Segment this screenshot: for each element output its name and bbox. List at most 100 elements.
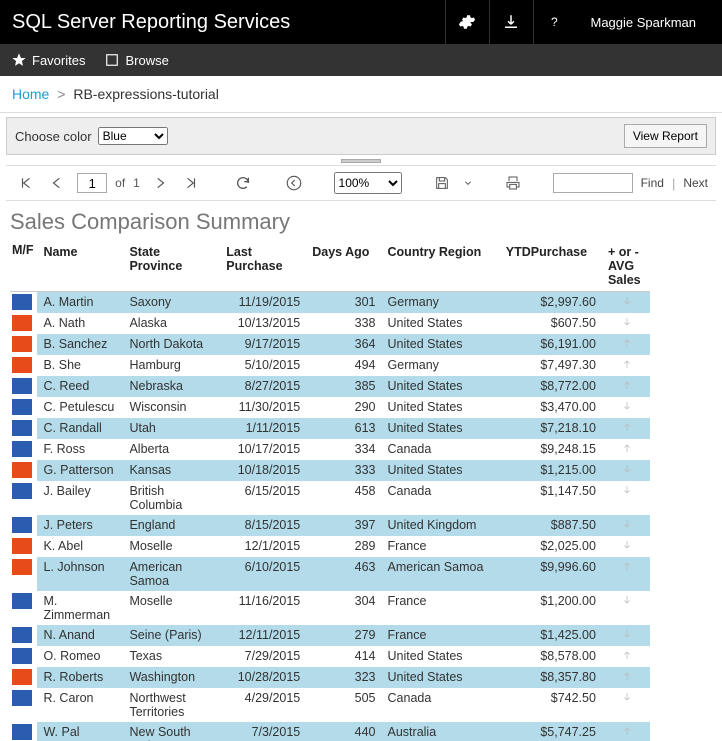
col-mf: M/F (10, 241, 37, 292)
next-page-icon[interactable] (148, 171, 172, 195)
arrow-up-icon (621, 649, 631, 659)
cell-name: J. Peters (37, 515, 123, 536)
cell-country: Germany (382, 355, 500, 376)
cell-state: England (123, 515, 220, 536)
cell-name: R. Roberts (37, 667, 123, 688)
arrow-down-icon (621, 295, 631, 305)
table-row: C. ReedNebraska8/27/2015385United States… (10, 376, 650, 397)
save-dropdown-icon[interactable] (462, 171, 474, 195)
col-days: Days Ago (306, 241, 381, 292)
cell-ytd: $8,357.80 (500, 667, 602, 688)
arrow-up-icon (621, 421, 631, 431)
cell-ytd: $9,248.15 (500, 439, 602, 460)
cell-name: B. She (37, 355, 123, 376)
cell-ytd: $8,578.00 (500, 646, 602, 667)
cell-name: B. Sanchez (37, 334, 123, 355)
cell-avg (602, 625, 650, 646)
table-row: G. PattersonKansas10/18/2015333United St… (10, 460, 650, 481)
mf-swatch (12, 378, 32, 394)
cell-last: 12/11/2015 (220, 625, 306, 646)
table-header-row: M/F Name State Province Last Purchase Da… (10, 241, 650, 292)
cell-last: 10/28/2015 (220, 667, 306, 688)
table-row: M. ZimmermanMoselle11/16/2015304France$1… (10, 591, 650, 625)
mf-swatch (12, 462, 32, 478)
cell-state: Hamburg (123, 355, 220, 376)
cell-avg (602, 481, 650, 515)
arrow-up-icon (621, 442, 631, 452)
report-title: Sales Comparison Summary (10, 209, 712, 235)
download-icon[interactable] (489, 0, 533, 44)
cell-last: 4/29/2015 (220, 688, 306, 722)
cell-ytd: $2,025.00 (500, 536, 602, 557)
cell-days: 333 (306, 460, 381, 481)
save-icon[interactable] (430, 171, 454, 195)
cell-last: 12/1/2015 (220, 536, 306, 557)
zoom-select[interactable]: 100% (334, 172, 403, 194)
cell-name: N. Anand (37, 625, 123, 646)
col-last: Last Purchase (220, 241, 306, 292)
param-color-select[interactable]: Blue (98, 127, 168, 145)
last-page-icon[interactable] (179, 171, 203, 195)
cell-last: 8/15/2015 (220, 515, 306, 536)
cell-avg (602, 591, 650, 625)
view-report-button[interactable]: View Report (624, 124, 707, 148)
user-name[interactable]: Maggie Sparkman (577, 15, 711, 30)
cell-avg (602, 439, 650, 460)
cell-last: 7/3/2015 (220, 722, 306, 741)
table-row: C. PetulescuWisconsin11/30/2015290United… (10, 397, 650, 418)
find-input[interactable] (553, 173, 633, 193)
prev-page-icon[interactable] (46, 171, 70, 195)
cell-last: 7/29/2015 (220, 646, 306, 667)
cell-last: 10/13/2015 (220, 313, 306, 334)
table-row: B. SanchezNorth Dakota9/17/2015364United… (10, 334, 650, 355)
back-icon[interactable] (282, 171, 306, 195)
cell-last: 9/17/2015 (220, 334, 306, 355)
help-icon[interactable]: ? (533, 0, 577, 44)
report-toolbar: of 1 100% Find | Next (6, 165, 716, 201)
cell-last: 5/10/2015 (220, 355, 306, 376)
cell-name: A. Nath (37, 313, 123, 334)
cell-state: Utah (123, 418, 220, 439)
cell-country: Germany (382, 292, 500, 314)
arrow-down-icon (621, 518, 631, 528)
table-row: N. AnandSeine (Paris)12/11/2015279France… (10, 625, 650, 646)
breadcrumb-home[interactable]: Home (12, 86, 49, 102)
mf-swatch (12, 483, 32, 499)
cell-days: 290 (306, 397, 381, 418)
cell-days: 463 (306, 557, 381, 591)
find-next-link[interactable]: Next (683, 176, 708, 190)
mf-swatch (12, 441, 32, 457)
mf-swatch (12, 336, 32, 352)
col-avg: + or - AVG Sales (602, 241, 650, 292)
find-link[interactable]: Find (641, 176, 664, 190)
mf-swatch (12, 357, 32, 373)
cell-country: United States (382, 376, 500, 397)
gear-icon[interactable] (445, 0, 489, 44)
table-row: A. MartinSaxony11/19/2015301Germany$2,99… (10, 292, 650, 314)
cell-last: 10/18/2015 (220, 460, 306, 481)
cell-ytd: $1,147.50 (500, 481, 602, 515)
mf-swatch (12, 420, 32, 436)
table-row: C. RandallUtah1/11/2015613United States$… (10, 418, 650, 439)
table-row: B. SheHamburg5/10/2015494Germany$7,497.3… (10, 355, 650, 376)
cell-days: 323 (306, 667, 381, 688)
arrow-up-icon (621, 358, 631, 368)
refresh-icon[interactable] (231, 171, 255, 195)
nav-browse[interactable]: Browse (105, 53, 168, 68)
table-row: K. AbelMoselle12/1/2015289France$2,025.0… (10, 536, 650, 557)
print-icon[interactable] (501, 171, 525, 195)
arrow-up-icon (621, 670, 631, 680)
cell-name: A. Martin (37, 292, 123, 314)
cell-name: K. Abel (37, 536, 123, 557)
nav-favorites[interactable]: Favorites (12, 53, 85, 68)
mf-swatch (12, 627, 32, 643)
cell-last: 8/27/2015 (220, 376, 306, 397)
page-number-input[interactable] (77, 173, 107, 193)
cell-ytd: $9,996.60 (500, 557, 602, 591)
cell-avg (602, 376, 650, 397)
first-page-icon[interactable] (14, 171, 38, 195)
table-row: L. JohnsonAmerican Samoa6/10/2015463Amer… (10, 557, 650, 591)
cell-state: British Columbia (123, 481, 220, 515)
table-row: F. RossAlberta10/17/2015334Canada$9,248.… (10, 439, 650, 460)
cell-ytd: $3,470.00 (500, 397, 602, 418)
